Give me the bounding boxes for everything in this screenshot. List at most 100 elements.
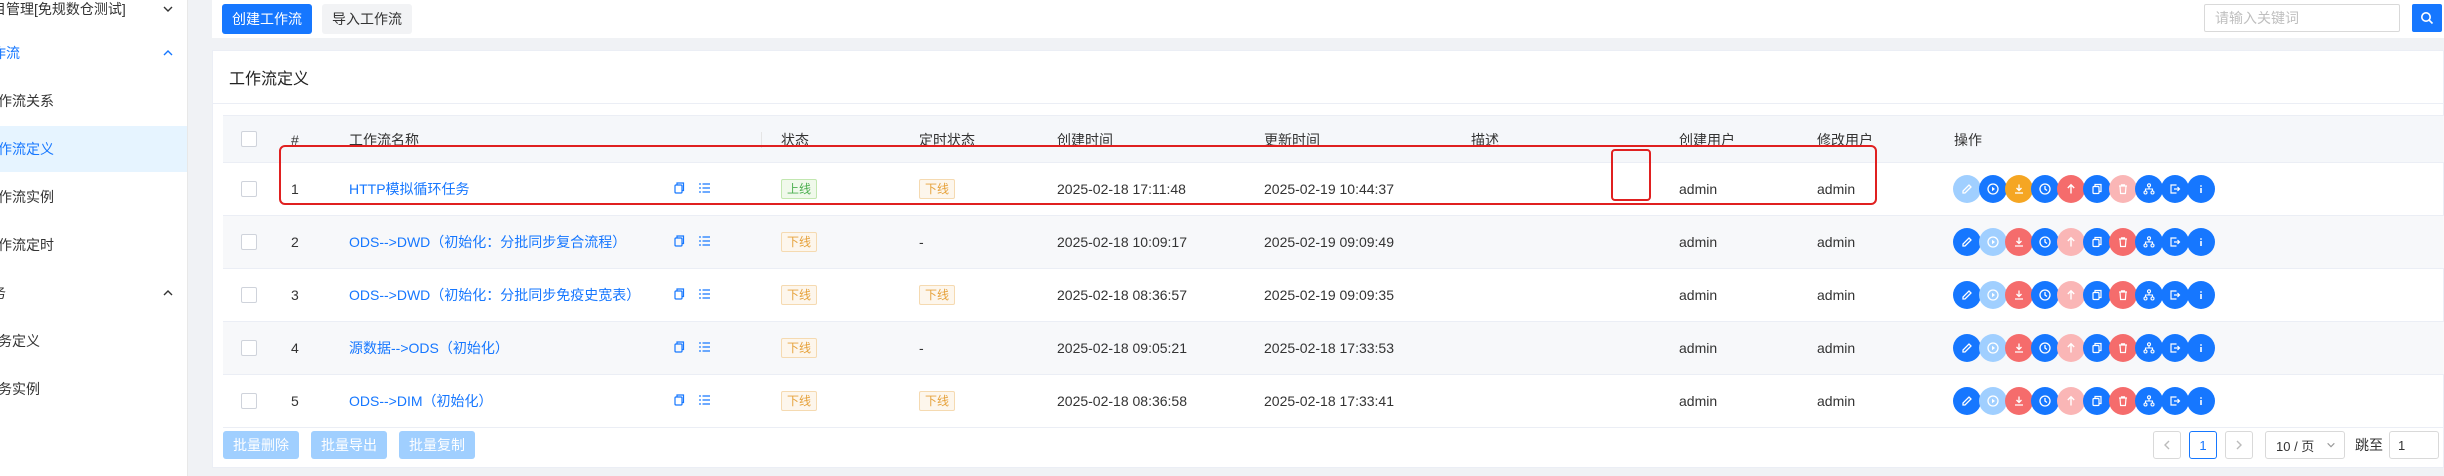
timing-action-button[interactable] xyxy=(2031,228,2059,256)
info-action-button[interactable] xyxy=(2187,228,2215,256)
workflow-name-link[interactable]: ODS-->DWD（初始化：分批同步免疫史宽表） xyxy=(349,269,640,321)
info-action-button[interactable] xyxy=(2187,387,2215,415)
sidebar-item-workflow-instance[interactable]: 作流实例 xyxy=(0,174,187,220)
next-page-button[interactable] xyxy=(2225,431,2253,459)
timing-action-button[interactable] xyxy=(2031,281,2059,309)
batch-copy-button[interactable]: 批量复制 xyxy=(399,431,475,459)
online-action-button[interactable] xyxy=(2057,228,2085,256)
copy-action-button[interactable] xyxy=(2083,387,2111,415)
row-checkbox[interactable] xyxy=(241,287,257,303)
info-action-button[interactable] xyxy=(2187,175,2215,203)
copy-action-button[interactable] xyxy=(2083,228,2111,256)
edit-action-button[interactable] xyxy=(1953,334,1981,362)
jump-page-input[interactable]: 1 xyxy=(2389,431,2439,459)
sidebar-item-project[interactable]: 目管理[免规数仓测试] xyxy=(0,0,187,32)
publish-action-button[interactable] xyxy=(2005,228,2033,256)
status-badge: 下线 xyxy=(781,285,818,305)
card-title: 工作流定义 xyxy=(229,71,310,88)
edit-action-button[interactable] xyxy=(1953,387,1981,415)
delete-action-button[interactable] xyxy=(2109,387,2137,415)
copy-name-icon[interactable] xyxy=(671,286,687,302)
publish-action-button[interactable] xyxy=(2005,387,2033,415)
updated-time: 2025-02-19 09:09:35 xyxy=(1264,287,1394,303)
sidebar-item-workflow-timing[interactable]: 作流定时 xyxy=(0,222,187,268)
search-button[interactable] xyxy=(2412,4,2442,32)
copy-action-button[interactable] xyxy=(2083,175,2111,203)
search-input[interactable] xyxy=(2204,4,2400,32)
workflow-name-link[interactable]: ODS-->DIM（初始化） xyxy=(349,375,493,427)
page-button-current[interactable]: 1 xyxy=(2189,431,2217,459)
list-tasks-icon[interactable] xyxy=(697,392,713,408)
online-action-button[interactable] xyxy=(2057,175,2085,203)
tree-action-button[interactable] xyxy=(2135,387,2163,415)
tree-action-button[interactable] xyxy=(2135,281,2163,309)
schedule-status-badge: 下线 xyxy=(919,391,956,411)
edit-action-button[interactable] xyxy=(1953,175,1981,203)
delete-action-button[interactable] xyxy=(2109,228,2137,256)
publish-action-button[interactable] xyxy=(2005,334,2033,362)
sidebar-item-task-instance[interactable]: 务实例 xyxy=(0,366,187,412)
workflow-name-link[interactable]: ODS-->DWD（初始化：分批同步复合流程） xyxy=(349,216,626,268)
copy-name-icon[interactable] xyxy=(671,392,687,408)
timing-action-button[interactable] xyxy=(2031,334,2059,362)
sidebar-item-label: 作流定义 xyxy=(0,141,54,157)
edit-icon xyxy=(1962,237,1972,247)
row-checkbox[interactable] xyxy=(241,340,257,356)
export-action-button[interactable] xyxy=(2161,387,2189,415)
workflow-name-link[interactable]: HTTP模拟循环任务 xyxy=(349,163,470,215)
page-size-select[interactable]: 10 / 页 xyxy=(2265,431,2345,459)
run-action-button[interactable] xyxy=(1979,281,2007,309)
export-action-button[interactable] xyxy=(2161,228,2189,256)
online-action-button[interactable] xyxy=(2057,334,2085,362)
tree-action-button[interactable] xyxy=(2135,228,2163,256)
run-action-button[interactable] xyxy=(1979,334,2007,362)
export-action-button[interactable] xyxy=(2161,281,2189,309)
row-checkbox[interactable] xyxy=(241,234,257,250)
list-tasks-icon[interactable] xyxy=(697,339,713,355)
row-checkbox[interactable] xyxy=(241,181,257,197)
run-action-button[interactable] xyxy=(1979,387,2007,415)
copy-action-button[interactable] xyxy=(2083,334,2111,362)
sidebar-item-workflow[interactable]: 作流 xyxy=(0,30,187,76)
create-workflow-button[interactable]: 创建工作流 xyxy=(222,4,312,34)
sidebar-item-workflow-definition[interactable]: 作流定义 xyxy=(0,126,187,172)
prev-page-button[interactable] xyxy=(2153,431,2181,459)
list-tasks-icon[interactable] xyxy=(697,286,713,302)
batch-delete-button[interactable]: 批量删除 xyxy=(223,431,299,459)
publish-action-button[interactable] xyxy=(2005,281,2033,309)
tree-action-button[interactable] xyxy=(2135,175,2163,203)
copy-action-button[interactable] xyxy=(2083,281,2111,309)
batch-export-button[interactable]: 批量导出 xyxy=(311,431,387,459)
sidebar-item-workflow-relation[interactable]: 作流关系 xyxy=(0,78,187,124)
online-action-button[interactable] xyxy=(2057,281,2085,309)
export-action-button[interactable] xyxy=(2161,175,2189,203)
table-header: # 工作流名称 状态 定时状态 创建时间 更新时间 描述 创建用户 修改用户 操… xyxy=(223,115,2444,163)
export-action-button[interactable] xyxy=(2161,334,2189,362)
delete-action-button[interactable] xyxy=(2109,334,2137,362)
copy-name-icon[interactable] xyxy=(671,233,687,249)
sidebar-item-task-definition[interactable]: 务定义 xyxy=(0,318,187,364)
tree-action-button[interactable] xyxy=(2135,334,2163,362)
sidebar-item-task[interactable]: 务 xyxy=(0,270,187,316)
list-tasks-icon[interactable] xyxy=(697,233,713,249)
copy-name-icon[interactable] xyxy=(671,339,687,355)
info-action-button[interactable] xyxy=(2187,281,2215,309)
row-checkbox[interactable] xyxy=(241,393,257,409)
workflow-name-link[interactable]: 源数据-->ODS（初始化） xyxy=(349,322,509,374)
run-action-button[interactable] xyxy=(1979,175,2007,203)
edit-action-button[interactable] xyxy=(1953,281,1981,309)
online-action-button[interactable] xyxy=(2057,387,2085,415)
delete-icon xyxy=(2119,184,2127,195)
edit-action-button[interactable] xyxy=(1953,228,1981,256)
publish-action-button[interactable] xyxy=(2005,175,2033,203)
delete-action-button[interactable] xyxy=(2109,175,2137,203)
info-action-button[interactable] xyxy=(2187,334,2215,362)
select-all-checkbox[interactable] xyxy=(241,131,257,147)
delete-action-button[interactable] xyxy=(2109,281,2137,309)
timing-action-button[interactable] xyxy=(2031,175,2059,203)
list-tasks-icon[interactable] xyxy=(697,180,713,196)
timing-action-button[interactable] xyxy=(2031,387,2059,415)
run-action-button[interactable] xyxy=(1979,228,2007,256)
copy-name-icon[interactable] xyxy=(671,180,687,196)
import-workflow-button[interactable]: 导入工作流 xyxy=(322,4,412,34)
